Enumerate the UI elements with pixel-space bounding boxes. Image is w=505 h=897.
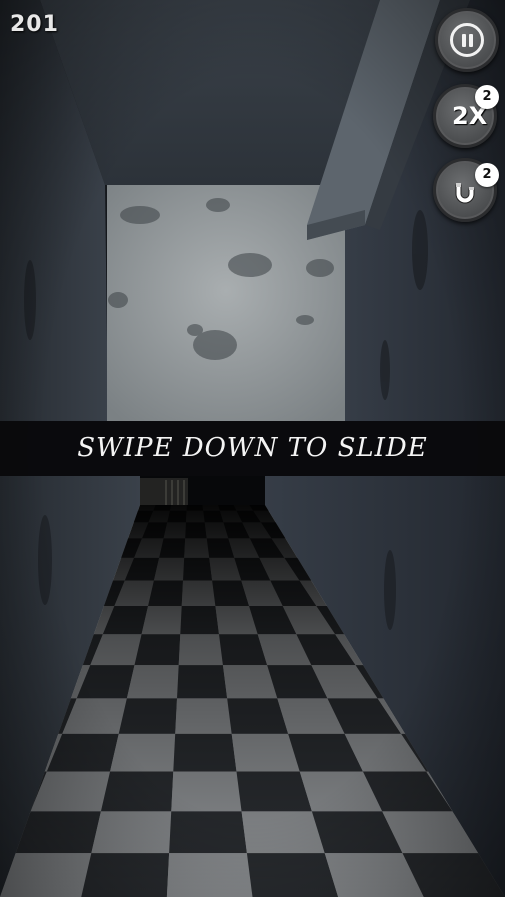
magnet-count-badge: 2 [475, 163, 499, 187]
magnet-icon [455, 183, 475, 204]
hint-text: SWIPE DOWN TO SLIDE [77, 433, 428, 463]
double-score-powerup-button[interactable]: 2X 2 [433, 84, 499, 148]
magnet-powerup-button[interactable]: 2 [433, 158, 499, 222]
score-counter: 201 [10, 12, 59, 37]
hint-banner: SWIPE DOWN TO SLIDE [0, 421, 505, 476]
pause-button[interactable] [435, 8, 499, 72]
double-score-count-badge: 2 [475, 85, 499, 109]
pause-icon [450, 23, 484, 57]
